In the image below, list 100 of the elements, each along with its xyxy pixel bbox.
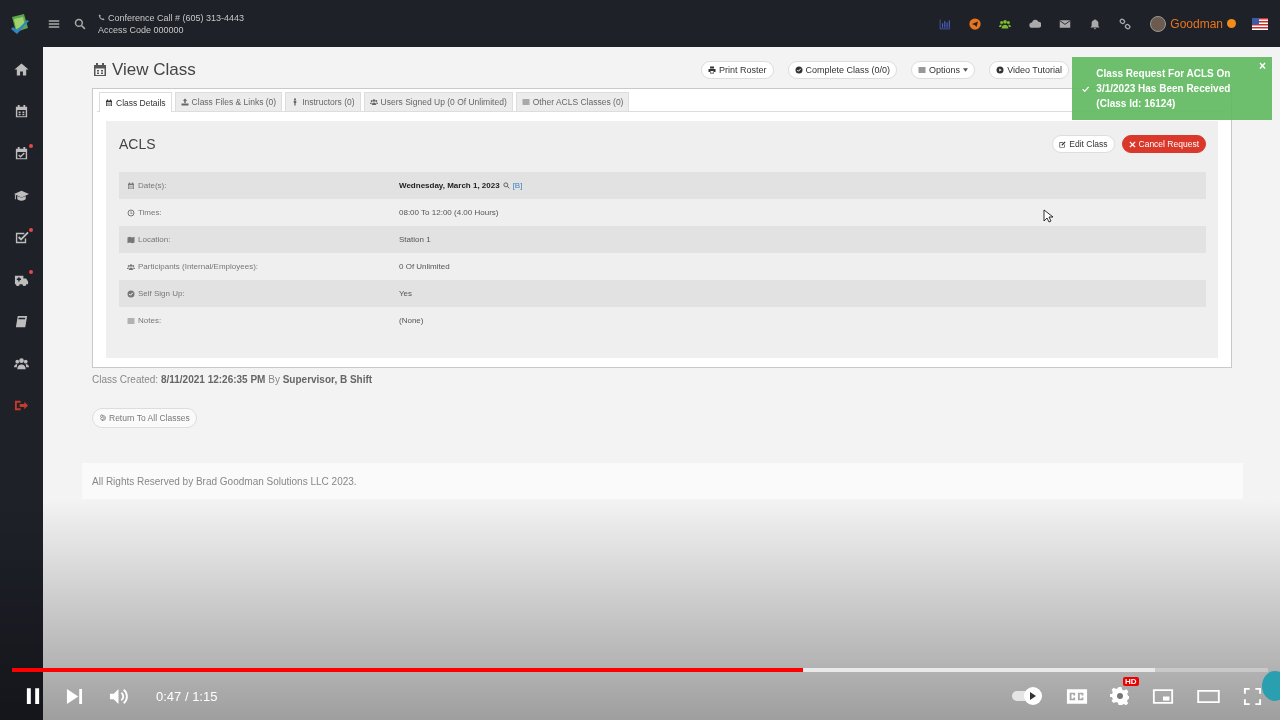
users-icon	[369, 98, 378, 106]
close-icon	[1128, 140, 1136, 148]
calendar-icon	[127, 181, 135, 190]
detail-value: (None)	[399, 316, 424, 325]
detail-label: Times:	[138, 208, 162, 217]
cancel-request-button[interactable]: Cancel Request	[1121, 135, 1206, 153]
calendar-icon	[92, 61, 108, 78]
calendar-check-nav-item[interactable]	[13, 146, 30, 162]
link-button[interactable]	[1119, 17, 1132, 30]
detail-link[interactable]: [B]	[512, 181, 523, 190]
bar-chart-button[interactable]	[939, 17, 952, 30]
envelope-button[interactable]	[1059, 17, 1072, 30]
search-button[interactable]	[74, 17, 86, 30]
mouse-cursor-icon	[1043, 209, 1053, 223]
alert-dot	[28, 144, 33, 148]
bar-chart-icon	[939, 17, 952, 30]
notifications-button[interactable]	[1089, 17, 1102, 30]
send-icon	[969, 17, 982, 30]
calendar-nav-item[interactable]	[13, 104, 30, 120]
progress-bar[interactable]	[12, 668, 1268, 672]
book-icon	[13, 314, 29, 329]
menu-button[interactable]	[48, 17, 60, 30]
access-code: Access Code 000000	[98, 24, 184, 35]
menu-icon	[918, 65, 927, 74]
action-button[interactable]: Complete Class (0/0)	[787, 60, 898, 79]
users-icon	[127, 262, 135, 271]
user-name[interactable]: Goodman	[1170, 16, 1223, 31]
menu-icon	[127, 316, 135, 325]
home-nav-item[interactable]	[13, 62, 30, 78]
upload-icon	[180, 98, 189, 106]
detail-value: Station 1	[399, 235, 431, 244]
tab[interactable]: Users Signed Up (0 Of Unlimited)	[363, 92, 513, 111]
cloud-button[interactable]	[1029, 17, 1042, 30]
printer-icon	[708, 65, 717, 74]
alert-dot	[28, 270, 33, 274]
map-icon	[127, 235, 135, 244]
detail-label: Notes:	[138, 316, 162, 325]
menu-icon	[48, 17, 60, 30]
calendar-check-icon	[13, 146, 29, 161]
action-button[interactable]: Options	[911, 60, 976, 79]
playback-time: 0:47 / 1:15	[156, 688, 218, 704]
class-created-text: Class Created: 8/11/2021 12:26:35 PM By Supervisor, B Shift	[92, 374, 374, 385]
book-nav-item[interactable]	[13, 314, 30, 330]
detail-label: Location:	[138, 235, 171, 244]
send-button[interactable]	[969, 17, 982, 30]
alert-dot	[28, 228, 33, 232]
page-title: View Class	[112, 59, 196, 80]
quality-badge: HD	[1123, 677, 1139, 686]
check-circle-icon	[127, 289, 135, 298]
action-button[interactable]: Video Tutorial	[989, 60, 1069, 79]
detail-label: Participants (Internal/Employees):	[138, 262, 259, 271]
settings-button[interactable]	[1110, 686, 1130, 706]
detail-label: Self Sign Up:	[138, 289, 185, 298]
checkbox-nav-item[interactable]	[13, 230, 30, 246]
detail-value: 0 Of Unlimited	[399, 262, 450, 271]
flag-icon[interactable]	[1252, 15, 1268, 32]
conference-call-number: Conference Call # (605) 313-4443	[108, 12, 245, 23]
edit-class-button[interactable]: Edit Class	[1052, 135, 1115, 153]
cloud-icon	[1029, 17, 1042, 30]
menu-icon	[521, 98, 530, 106]
detail-value: 08:00 To 12:00 (4.00 Hours)	[399, 208, 499, 217]
pause-button[interactable]	[26, 687, 40, 705]
tab[interactable]: Other ACLS Classes (0)	[515, 92, 630, 111]
users-icon	[13, 356, 29, 371]
search-icon[interactable]	[502, 182, 510, 189]
users-icon	[999, 17, 1012, 30]
check-circle-icon	[794, 65, 803, 74]
tab[interactable]: Class Details	[99, 92, 172, 112]
detail-value: Wednesday, March 1, 2023	[399, 181, 500, 190]
graduation-cap-nav-item[interactable]	[13, 188, 30, 204]
toast-message: Class Request For ACLS On 3/1/2023 Has Been Received (Class Id: 16124)	[1096, 67, 1232, 111]
tab[interactable]: Instructors (0)	[285, 92, 361, 111]
notifications-icon	[1089, 17, 1102, 30]
undo-icon	[99, 414, 107, 422]
calendar-icon	[105, 98, 113, 107]
play-circle-icon	[996, 65, 1005, 74]
return-button[interactable]: Return To All Classes	[92, 408, 197, 428]
home-icon	[13, 62, 29, 77]
tab[interactable]: Class Files & Links (0)	[174, 92, 283, 111]
link-icon	[1119, 17, 1132, 30]
phone-icon	[98, 14, 105, 21]
envelope-icon	[1059, 17, 1072, 30]
avatar[interactable]	[1150, 15, 1167, 32]
calendar-icon	[13, 104, 29, 119]
edit-icon	[1059, 140, 1067, 148]
autoplay-toggle[interactable]	[1010, 686, 1044, 706]
detail-value: Yes	[399, 289, 413, 298]
caret-icon	[963, 67, 969, 72]
checkbox-icon	[13, 230, 29, 245]
action-button[interactable]: Print Roster	[701, 60, 774, 79]
logout-icon	[13, 398, 29, 413]
clock-icon	[127, 208, 135, 217]
graduation-cap-icon	[13, 188, 29, 203]
users-button[interactable]	[999, 17, 1012, 30]
ambulance-nav-item[interactable]	[13, 272, 30, 288]
copyright-text: All Rights Reserved by Brad Goodman Solutions LLC 2023.	[92, 475, 357, 487]
search-icon	[74, 17, 86, 30]
users-nav-item[interactable]	[13, 356, 30, 372]
detail-label: Date(s):	[138, 181, 167, 190]
class-name: ACLS	[119, 136, 156, 152]
